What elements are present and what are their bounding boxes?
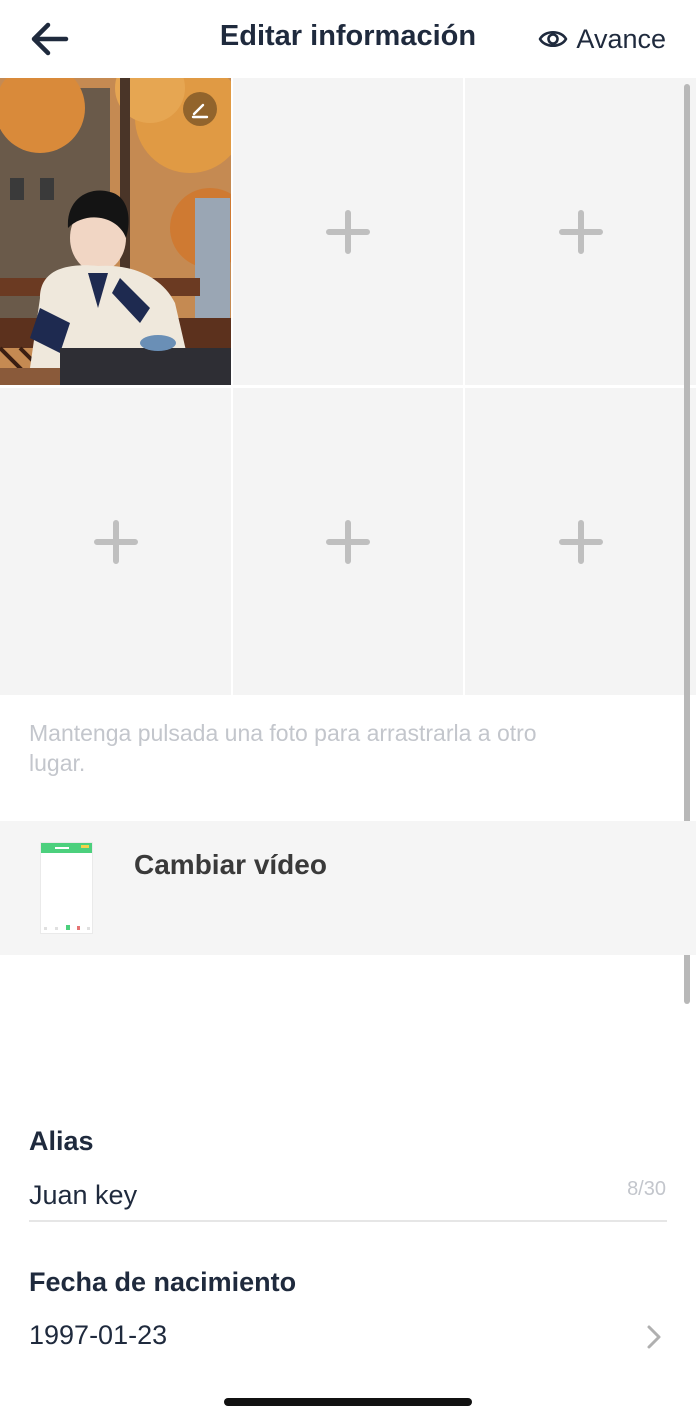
photo-slot-6[interactable] <box>465 388 696 695</box>
photo-grid <box>0 78 696 695</box>
eye-icon <box>539 30 568 48</box>
video-thumbnail-image <box>41 843 92 930</box>
preview-label: Avance <box>576 23 666 54</box>
preview-button[interactable]: Avance <box>538 20 666 58</box>
chevron-right-icon <box>647 1325 661 1349</box>
video-thumbnail <box>40 842 93 934</box>
reorder-hint: Mantenga pulsada una foto para arrastrar… <box>29 720 537 776</box>
plus-icon <box>558 519 603 564</box>
arrow-left-icon <box>31 22 69 56</box>
birthdate-value: 1997-01-23 <box>29 1320 168 1350</box>
photo-slot-3[interactable] <box>465 78 696 385</box>
alias-label: Alias <box>29 1126 94 1156</box>
photo-slot-1[interactable] <box>0 78 231 385</box>
back-button[interactable] <box>26 18 74 60</box>
alias-input[interactable]: Juan key <box>29 1172 667 1222</box>
photo-slot-5[interactable] <box>233 388 463 695</box>
pencil-icon <box>191 103 209 119</box>
change-video-button[interactable]: Cambiar vídeo <box>0 821 696 955</box>
alias-char-counter: 8/30 <box>627 1178 666 1200</box>
plus-icon <box>558 209 603 254</box>
home-indicator <box>224 1398 472 1406</box>
photo-slot-2[interactable] <box>233 78 463 385</box>
edit-photo-button[interactable] <box>183 92 217 126</box>
change-video-label: Cambiar vídeo <box>134 849 327 880</box>
alias-value: Juan key <box>29 1180 138 1210</box>
birthdate-selector[interactable]: 1997-01-23 <box>0 1310 696 1366</box>
plus-icon <box>93 519 138 564</box>
plus-icon <box>326 209 370 254</box>
birthdate-label: Fecha de nacimiento <box>29 1267 297 1297</box>
photo-slot-4[interactable] <box>0 388 231 695</box>
plus-icon <box>326 519 370 564</box>
top-bar: Editar información Avance <box>0 0 696 78</box>
